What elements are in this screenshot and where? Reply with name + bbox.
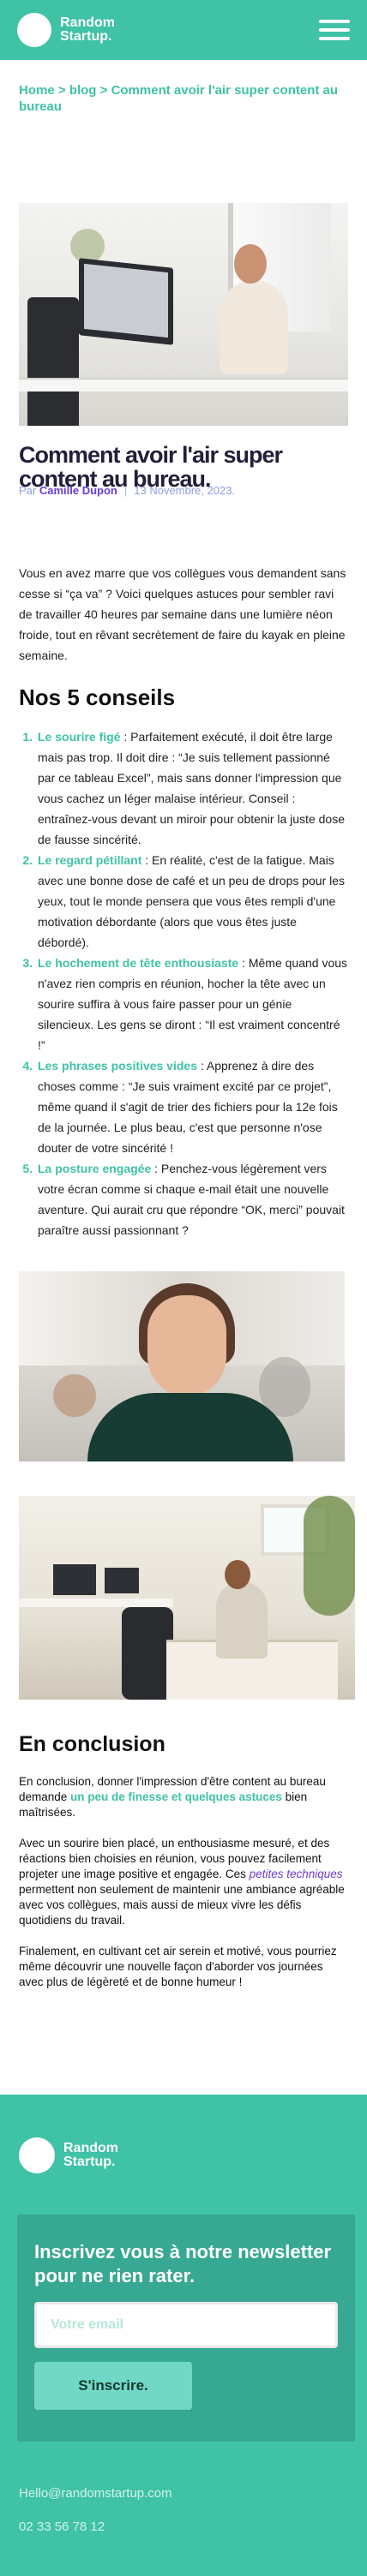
tip-label: Le hochement de tête enthousiaste bbox=[38, 956, 239, 970]
image-plant bbox=[70, 229, 105, 263]
image-face bbox=[147, 1295, 226, 1396]
image-head bbox=[225, 1560, 250, 1589]
menu-bar bbox=[319, 37, 350, 40]
meta-separator: | bbox=[123, 484, 128, 497]
breadcrumb-separator: > bbox=[54, 83, 69, 98]
brand-line-1: Random bbox=[60, 15, 115, 30]
breadcrumb-home[interactable]: Home bbox=[19, 83, 55, 98]
breadcrumb-blog[interactable]: blog bbox=[69, 83, 97, 98]
contact-phone[interactable]: 02 33 56 78 12 bbox=[19, 2519, 348, 2534]
tip-label: La posture engagée bbox=[38, 1162, 152, 1175]
hamburger-menu-icon[interactable] bbox=[319, 20, 350, 40]
brand-line-2: Startup. bbox=[60, 29, 112, 44]
logo-circle-icon bbox=[19, 2137, 55, 2173]
image-monitor bbox=[105, 1568, 139, 1593]
tip-text: : Parfaitement exécuté, il doit être lar… bbox=[38, 730, 345, 846]
image-chair bbox=[27, 297, 79, 426]
office-desk-image bbox=[19, 1496, 355, 1700]
article-intro: Vous en avez marre que vos collègues vou… bbox=[19, 566, 346, 662]
highlight-text: un peu de finesse et quelques astuces bbox=[70, 1790, 282, 1803]
email-input[interactable] bbox=[34, 2302, 338, 2348]
tip-text: : En réalité, c'est de la fatigue. Mais … bbox=[38, 853, 346, 949]
article-meta: Par Camille Dupon | 13 Novembre, 2023. bbox=[19, 484, 348, 501]
tip-text: : Apprenez à dire des choses comme : “Je… bbox=[38, 1059, 338, 1155]
brand-line-2: Startup. bbox=[63, 2155, 116, 2169]
tip-item: Les phrases positives vides : Apprenez à… bbox=[36, 1055, 348, 1158]
image-plant bbox=[304, 1496, 355, 1616]
brand-name: Random Startup. bbox=[60, 16, 115, 44]
brand-name: Random Startup. bbox=[63, 2142, 118, 2169]
image-person bbox=[216, 1581, 268, 1659]
section-title: Nos 5 conseils bbox=[19, 684, 176, 710]
logo-circle-icon bbox=[17, 13, 51, 47]
tips-list: Le sourire figé : Parfaitement exécuté, … bbox=[36, 726, 348, 1240]
hero-image bbox=[19, 203, 348, 426]
image-background-person bbox=[53, 1374, 96, 1417]
conclusion-body: En conclusion, donner l'impression d'êtr… bbox=[19, 1774, 348, 1990]
image-head bbox=[234, 244, 267, 284]
tip-text: : Même quand vous n'avez rien compris en… bbox=[38, 956, 348, 1052]
tip-item: Le regard pétillant : En réalité, c'est … bbox=[36, 850, 348, 953]
emphasis-text: petites techniques bbox=[249, 1868, 343, 1880]
footer: Random Startup. Inscrivez vous à notre n… bbox=[0, 2095, 367, 2576]
top-bar: Random Startup. bbox=[0, 0, 367, 60]
text: permettent non seulement de maintenir un… bbox=[19, 1883, 345, 1927]
image-chair bbox=[122, 1607, 173, 1700]
image-person bbox=[220, 280, 288, 374]
tip-label: Les phrases positives vides bbox=[38, 1059, 197, 1073]
tip-item: Le hochement de tête enthousiaste : Même… bbox=[36, 953, 348, 1055]
newsletter-box: Inscrivez vous à notre newsletter pour n… bbox=[17, 2214, 355, 2442]
author-link[interactable]: Camille Dupon bbox=[39, 484, 117, 497]
menu-bar bbox=[319, 20, 350, 23]
meta-prefix: Par bbox=[19, 484, 39, 497]
tip-item: La posture engagée : Penchez-vous légère… bbox=[36, 1158, 348, 1240]
image-desk bbox=[19, 1599, 173, 1607]
image-desk bbox=[19, 378, 348, 391]
tip-item: Le sourire figé : Parfaitement exécuté, … bbox=[36, 726, 348, 850]
newsletter-title: Inscrivez vous à notre newsletter pour n… bbox=[34, 2241, 332, 2286]
brand-logo[interactable]: Random Startup. bbox=[17, 13, 115, 47]
image-monitor bbox=[79, 258, 173, 345]
tip-label: Le sourire figé bbox=[38, 730, 121, 744]
breadcrumb-separator: > bbox=[96, 83, 111, 98]
brand-line-1: Random bbox=[63, 2141, 118, 2155]
breadcrumb: Home > blog > Comment avoir l'air super … bbox=[0, 60, 367, 137]
footer-brand-logo[interactable]: Random Startup. bbox=[19, 2137, 348, 2173]
conclusion-paragraph: Finalement, en cultivant cet air serein … bbox=[19, 1945, 337, 1988]
contact-info: Hello@randomstartup.com 02 33 56 78 12 bbox=[19, 2486, 348, 2534]
tip-label: Le regard pétillant bbox=[38, 853, 142, 867]
image-monitor bbox=[53, 1564, 96, 1595]
conclusion-paragraph: En conclusion, donner l'impression d'êtr… bbox=[19, 1774, 348, 1820]
smiling-woman-image bbox=[19, 1271, 345, 1461]
contact-email[interactable]: Hello@randomstartup.com bbox=[19, 2486, 348, 2501]
subscribe-button[interactable]: S'inscrire. bbox=[34, 2362, 192, 2410]
conclusion-title: En conclusion bbox=[19, 1732, 165, 1756]
conclusion-paragraph: Avec un sourire bien placé, un enthousia… bbox=[19, 1836, 348, 1928]
menu-bar bbox=[319, 28, 350, 32]
publish-date: 13 Novembre, 2023. bbox=[134, 484, 236, 497]
